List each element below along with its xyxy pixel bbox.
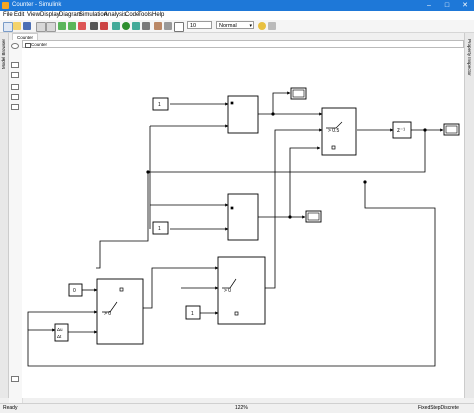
block-diagram[interactable]: 1 1 0 1 > 0.5 > 0 > 0 z⁻¹ Δu Δt [22,48,464,398]
area-icon[interactable] [11,104,19,110]
unit-delay-label: z⁻¹ [397,128,405,134]
derivative-bottom-label: Δt [57,334,62,339]
image-icon[interactable] [11,94,19,100]
logic-block-top[interactable] [227,95,259,134]
step-back-icon[interactable] [112,22,120,30]
menu-file[interactable]: File [3,12,13,18]
maximize-button[interactable]: □ [438,0,456,11]
switch-top-threshold: > 0.5 [328,128,339,134]
close-button[interactable]: ✕ [456,0,474,11]
chevron-down-icon: ▾ [249,23,252,29]
zoom-level: 122% [235,405,248,411]
solver-link[interactable]: FixedStepDiscrete [418,405,459,411]
menu-tools[interactable]: Tools [138,12,152,18]
stop-time-icon [174,22,184,32]
model-advisor-icon[interactable] [258,22,266,30]
undo-icon[interactable] [36,22,46,32]
save-icon[interactable] [23,22,31,30]
property-inspector-label: Property Inspector [467,39,472,76]
const-bottom-value: 1 [191,311,194,317]
simulation-mode-select[interactable]: Normal ▾ [216,21,254,29]
simulink-app-icon [2,2,9,9]
tab-bar: Counter [9,33,464,41]
build-icon[interactable] [268,22,276,30]
minimize-button[interactable]: – [420,0,438,11]
diagram-canvas[interactable]: 1 1 0 1 > 0.5 > 0 > 0 z⁻¹ Δu Δt [22,48,464,398]
up-arrow-icon[interactable] [78,22,86,30]
menu-display[interactable]: Display [40,12,60,18]
menu-help[interactable]: Help [152,12,164,18]
breadcrumb: Counter [22,40,464,48]
stop-icon[interactable] [142,22,150,30]
const-init-value: 0 [73,288,76,294]
step-forward-icon[interactable] [132,22,140,30]
window-title: Counter - Simulink [12,2,62,8]
record-icon[interactable] [154,22,162,30]
switch-left-threshold: > 0 [104,311,111,317]
model-browser-label: Model Browser [1,39,6,70]
annotation-icon[interactable] [11,84,19,90]
run-icon[interactable] [122,22,130,30]
property-inspector-panel[interactable]: Property Inspector [464,33,474,398]
simulation-mode-value: Normal [219,23,237,29]
data-inspector-icon[interactable] [164,22,172,30]
back-arrow-icon[interactable] [58,22,66,30]
model-browser-panel[interactable]: Model Browser [0,33,9,398]
hide-icon[interactable] [11,376,19,382]
menu-analysis[interactable]: Analysis [104,12,126,18]
zoom-in-icon[interactable] [11,62,19,68]
menu-simulation[interactable]: Simulation [79,12,107,18]
breadcrumb-counter[interactable]: Counter [31,42,47,47]
menu-bar: File Edit View Display Diagram Simulatio… [0,11,474,20]
logic-block-mid[interactable] [227,193,259,241]
model-settings-icon[interactable] [100,22,108,30]
title-bar: Counter - Simulink – □ ✕ [0,0,474,11]
zoom-out-icon[interactable] [11,72,19,78]
const-top-value: 1 [158,102,161,108]
library-browser-icon[interactable] [90,22,98,30]
const-mid-value: 1 [158,226,161,232]
canvas-tool-strip [9,40,23,405]
status-ready: Ready [3,405,18,411]
open-folder-icon[interactable] [13,22,21,30]
switch-mid-threshold: > 0 [224,288,231,294]
zoom-fit-icon[interactable] [11,43,19,49]
redo-icon[interactable] [46,22,56,32]
menu-view[interactable]: View [27,12,40,18]
derivative-top-label: Δu [57,327,63,332]
forward-arrow-icon[interactable] [68,22,76,30]
new-model-icon[interactable] [3,22,13,32]
menu-edit[interactable]: Edit [14,12,24,18]
stop-time-input[interactable]: 10 [187,21,212,29]
